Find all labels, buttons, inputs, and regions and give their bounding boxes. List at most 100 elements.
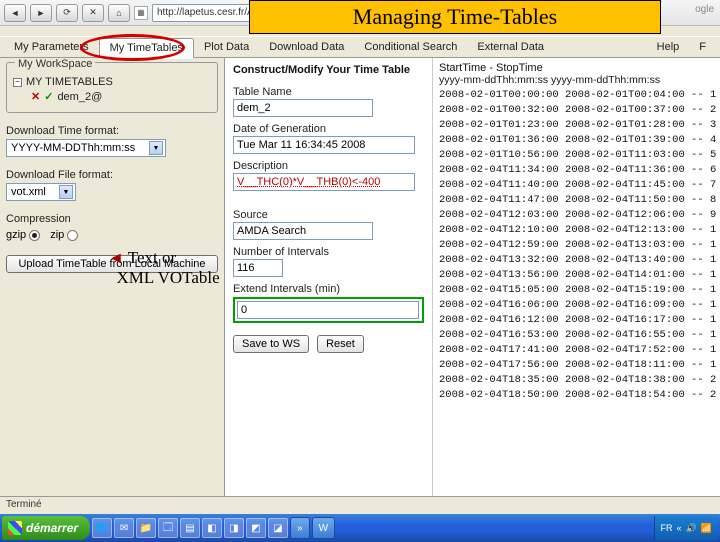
- start-button[interactable]: démarrer: [2, 516, 90, 540]
- interval-row[interactable]: 2008-02-01T10:56:00 2008-02-01T11:03:00 …: [439, 148, 716, 163]
- highlight-green-box: 0: [233, 297, 424, 323]
- date-gen-label: Date of Generation: [233, 123, 424, 135]
- interval-row[interactable]: 2008-02-04T13:56:00 2008-02-04T14:01:00 …: [439, 268, 716, 283]
- search-engine-hint: ogle: [695, 4, 714, 15]
- interval-row[interactable]: 2008-02-01T01:23:00 2008-02-01T01:28:00 …: [439, 118, 716, 133]
- annotation-text: ◄ Text or XML VOTable: [108, 248, 220, 287]
- interval-row[interactable]: 2008-02-04T12:03:00 2008-02-04T12:06:00 …: [439, 208, 716, 223]
- tree-root-row[interactable]: − MY TIMETABLES: [13, 75, 211, 89]
- tab-plot-data[interactable]: Plot Data: [194, 38, 259, 56]
- zip-label: zip: [50, 229, 64, 241]
- quicklaunch-icon[interactable]: ◪: [268, 518, 288, 538]
- tree: − MY TIMETABLES ✕ ✓ dem_2@: [13, 75, 211, 104]
- quicklaunch-icon[interactable]: 🗔: [158, 518, 178, 538]
- file-format-label: Download File format:: [6, 169, 218, 181]
- num-intervals-input[interactable]: 116: [233, 259, 283, 277]
- reset-button[interactable]: Reset: [317, 335, 364, 353]
- form-column: Construct/Modify Your Time Table Table N…: [225, 58, 433, 496]
- extend-intervals-input[interactable]: 0: [237, 301, 419, 319]
- taskbar-app-tab[interactable]: W: [312, 517, 335, 539]
- gzip-label: gzip: [6, 229, 26, 241]
- extend-intervals-label: Extend Intervals (min): [233, 283, 424, 295]
- main-panel: Construct/Modify Your Time Table Table N…: [225, 58, 720, 496]
- interval-row[interactable]: 2008-02-04T15:05:00 2008-02-04T15:19:00 …: [439, 283, 716, 298]
- quicklaunch-icon[interactable]: ◩: [246, 518, 266, 538]
- table-name-input[interactable]: dem_2: [233, 99, 373, 117]
- source-label: Source: [233, 209, 424, 221]
- interval-row[interactable]: 2008-02-04T11:40:00 2008-02-04T11:45:00 …: [439, 178, 716, 193]
- windows-taskbar: démarrer 🌐 ✉ 📁 🗔 ▤ ◧ ◨ ◩ ◪ » W FR « 🔊 📶: [0, 514, 720, 542]
- quicklaunch-icon[interactable]: 📁: [136, 518, 156, 538]
- tab-extra[interactable]: F: [689, 38, 716, 56]
- taskbar-overflow[interactable]: »: [290, 517, 310, 539]
- interval-row[interactable]: 2008-02-04T16:12:00 2008-02-04T16:17:00 …: [439, 313, 716, 328]
- description-label: Description: [233, 160, 424, 172]
- save-button[interactable]: Save to WS: [233, 335, 309, 353]
- system-tray[interactable]: FR « 🔊 📶: [654, 516, 718, 540]
- sidebar: My WorkSpace − MY TIMETABLES ✕ ✓ dem_2@ …: [0, 58, 225, 496]
- tray-signal-icon[interactable]: 📶: [701, 523, 712, 534]
- nav-home-button[interactable]: ⌂: [108, 4, 130, 22]
- tab-help[interactable]: Help: [647, 38, 690, 56]
- form-heading: Construct/Modify Your Time Table: [233, 64, 424, 76]
- interval-row[interactable]: 2008-02-04T17:56:00 2008-02-04T18:11:00 …: [439, 358, 716, 373]
- quicklaunch-icon[interactable]: ◨: [224, 518, 244, 538]
- windows-flag-icon: [8, 521, 22, 535]
- chevron-down-icon: ▼: [149, 141, 163, 155]
- nav-stop-button[interactable]: ✕: [82, 4, 104, 22]
- app-tabbar: My Parameters My TimeTables Plot Data Do…: [0, 36, 720, 58]
- interval-row[interactable]: 2008-02-04T16:53:00 2008-02-04T16:55:00 …: [439, 328, 716, 343]
- site-favicon: ▦: [134, 6, 148, 20]
- zip-option[interactable]: zip: [50, 229, 78, 241]
- compression-label: Compression: [6, 213, 218, 225]
- interval-row[interactable]: 2008-02-04T18:35:00 2008-02-04T18:38:00 …: [439, 373, 716, 388]
- radio-icon: [29, 230, 40, 241]
- check-icon[interactable]: ✓: [44, 90, 53, 103]
- interval-row[interactable]: 2008-02-04T11:47:00 2008-02-04T11:50:00 …: [439, 193, 716, 208]
- table-name-label: Table Name: [233, 86, 424, 98]
- radio-icon: [67, 230, 78, 241]
- interval-row[interactable]: 2008-02-04T18:50:00 2008-02-04T18:54:00 …: [439, 388, 716, 403]
- start-label: démarrer: [26, 521, 78, 535]
- chevron-down-icon: ▼: [59, 185, 73, 199]
- tree-item-row[interactable]: ✕ ✓ dem_2@: [13, 89, 211, 104]
- tab-my-timetables[interactable]: My TimeTables: [99, 38, 194, 59]
- gzip-option[interactable]: gzip: [6, 229, 40, 241]
- interval-row[interactable]: 2008-02-04T16:06:00 2008-02-04T16:09:00 …: [439, 298, 716, 313]
- num-intervals-label: Number of Intervals: [233, 246, 424, 258]
- quicklaunch-icon[interactable]: ◧: [202, 518, 222, 538]
- time-format-value: YYYY-MM-DDThh:mm:ss: [11, 142, 135, 154]
- interval-row[interactable]: 2008-02-04T13:32:00 2008-02-04T13:40:00 …: [439, 253, 716, 268]
- interval-row[interactable]: 2008-02-01T00:32:00 2008-02-01T00:37:00 …: [439, 103, 716, 118]
- interval-row[interactable]: 2008-02-04T12:10:00 2008-02-04T12:13:00 …: [439, 223, 716, 238]
- file-format-value: vot.xml: [11, 186, 46, 198]
- workspace-legend: My WorkSpace: [15, 58, 95, 70]
- quicklaunch-icon[interactable]: 🌐: [92, 518, 112, 538]
- interval-row[interactable]: 2008-02-04T12:59:00 2008-02-04T13:03:00 …: [439, 238, 716, 253]
- interval-row[interactable]: 2008-02-01T00:00:00 2008-02-01T00:04:00 …: [439, 88, 716, 103]
- tray-vol-icon[interactable]: 🔊: [686, 523, 697, 534]
- quicklaunch-icon[interactable]: ▤: [180, 518, 200, 538]
- tab-conditional-search[interactable]: Conditional Search: [354, 38, 467, 56]
- interval-list: StartTime - StopTime yyyy-mm-ddThh:mm:ss…: [433, 58, 720, 496]
- quicklaunch-icon[interactable]: ✉: [114, 518, 134, 538]
- tree-collapse-icon[interactable]: −: [13, 78, 22, 87]
- date-gen-input[interactable]: Tue Mar 11 16:34:45 2008: [233, 136, 415, 154]
- interval-row[interactable]: 2008-02-04T17:41:00 2008-02-04T17:52:00 …: [439, 343, 716, 358]
- file-format-select[interactable]: vot.xml ▼: [6, 183, 76, 201]
- tab-external-data[interactable]: External Data: [467, 38, 554, 56]
- nav-reload-button[interactable]: ⟳: [56, 4, 78, 22]
- tab-download-data[interactable]: Download Data: [259, 38, 354, 56]
- tray-net-icon[interactable]: «: [677, 523, 682, 533]
- delete-icon[interactable]: ✕: [31, 90, 40, 103]
- page-title-overlay: Managing Time-Tables: [249, 0, 661, 34]
- tab-my-parameters[interactable]: My Parameters: [4, 38, 99, 56]
- nav-forward-button[interactable]: ►: [30, 4, 52, 22]
- description-input[interactable]: V__THC(0)*V__THB(0)<-400: [233, 173, 415, 191]
- time-format-select[interactable]: YYYY-MM-DDThh:mm:ss ▼: [6, 139, 166, 157]
- source-input[interactable]: AMDA Search: [233, 222, 373, 240]
- tray-lang[interactable]: FR: [661, 523, 673, 533]
- nav-back-button[interactable]: ◄: [4, 4, 26, 22]
- interval-row[interactable]: 2008-02-01T01:36:00 2008-02-01T01:39:00 …: [439, 133, 716, 148]
- interval-row[interactable]: 2008-02-04T11:34:00 2008-02-04T11:36:00 …: [439, 163, 716, 178]
